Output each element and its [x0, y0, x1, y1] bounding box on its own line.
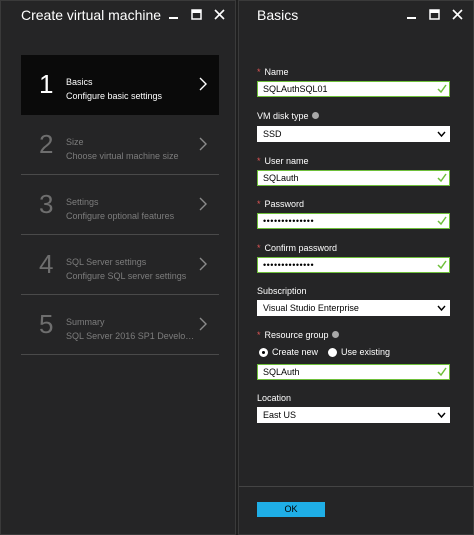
name-input[interactable]: SQLAuthSQL01	[257, 81, 450, 97]
checkmark-icon	[437, 173, 447, 183]
location-label: Location	[257, 393, 292, 403]
step-subtitle: Choose virtual machine size	[66, 151, 179, 161]
step-title: Size	[66, 137, 84, 147]
step-title: Settings	[66, 197, 99, 207]
blade-title: Create virtual machine	[21, 7, 162, 23]
user-name-input[interactable]: SQLauth	[257, 170, 450, 186]
required-asterisk: *	[257, 156, 261, 166]
maximize-button[interactable]	[423, 6, 446, 22]
resource-group-label: * Resource group	[257, 330, 339, 340]
close-icon	[452, 8, 463, 20]
step-title: SQL Server settings	[66, 257, 147, 267]
step-subtitle: Configure basic settings	[66, 91, 163, 101]
name-value: SQLAuthSQL01	[263, 84, 328, 94]
confirm-password-value: ••••••••••••••	[263, 260, 315, 270]
checkmark-icon	[437, 84, 447, 94]
chevron-right-icon	[199, 137, 207, 151]
required-asterisk: *	[257, 330, 261, 340]
dropdown-caret-icon	[437, 131, 446, 138]
create-vm-blade: Create virtual machine 1 Basics Configur…	[0, 0, 236, 535]
chevron-right-icon	[199, 197, 207, 211]
window-controls	[162, 6, 231, 22]
name-label: * Name	[257, 67, 289, 77]
confirm-password-input[interactable]: ••••••••••••••	[257, 257, 450, 273]
location-value: East US	[263, 410, 297, 420]
step-number: 4	[39, 249, 54, 279]
step-number: 2	[39, 129, 54, 159]
required-asterisk: *	[257, 243, 261, 253]
blade-header: Create virtual machine	[1, 1, 235, 29]
checkmark-icon	[437, 367, 447, 377]
create-new-label[interactable]: Create new	[272, 347, 318, 357]
use-existing-label[interactable]: Use existing	[341, 347, 390, 357]
maximize-icon	[429, 8, 440, 20]
step-sql-server-settings[interactable]: 4 SQL Server settings Configure SQL serv…	[21, 235, 219, 295]
minimize-icon	[169, 16, 178, 19]
step-subtitle: Configure SQL server settings	[66, 271, 187, 281]
close-button[interactable]	[446, 6, 469, 22]
step-basics[interactable]: 1 Basics Configure basic settings	[21, 55, 219, 115]
checkmark-icon	[437, 260, 447, 270]
vm-disk-type-value: SSD	[263, 129, 282, 139]
step-number: 1	[39, 69, 54, 99]
step-title: Basics	[66, 77, 93, 87]
window-controls	[400, 6, 469, 22]
required-asterisk: *	[257, 67, 261, 77]
password-value: ••••••••••••••	[263, 216, 315, 226]
maximize-icon	[191, 8, 202, 20]
subscription-label: Subscription	[257, 286, 307, 296]
vm-disk-type-select[interactable]: SSD	[257, 126, 450, 142]
ok-button[interactable]: OK	[257, 502, 325, 517]
close-button[interactable]	[208, 6, 231, 22]
resource-group-value: SQLAuth	[263, 367, 300, 377]
resource-group-options: Create new Use existing	[259, 347, 390, 357]
use-existing-radio[interactable]	[328, 347, 338, 357]
footer-divider	[239, 486, 473, 487]
step-title: Summary	[66, 317, 105, 327]
minimize-icon	[407, 16, 416, 19]
step-summary[interactable]: 5 Summary SQL Server 2016 SP1 Develope..…	[21, 295, 219, 355]
user-name-label: * User name	[257, 156, 309, 166]
step-settings[interactable]: 3 Settings Configure optional features	[21, 175, 219, 235]
resource-group-input[interactable]: SQLAuth	[257, 364, 450, 380]
close-icon	[214, 8, 225, 20]
location-select[interactable]: East US	[257, 407, 450, 423]
password-input[interactable]: ••••••••••••••	[257, 213, 450, 229]
confirm-password-label: * Confirm password	[257, 243, 338, 253]
info-icon[interactable]	[311, 112, 319, 119]
create-new-radio[interactable]	[259, 347, 268, 357]
step-size[interactable]: 2 Size Choose virtual machine size	[21, 115, 219, 175]
step-subtitle: Configure optional features	[66, 211, 175, 221]
blade-title: Basics	[257, 7, 299, 23]
chevron-right-icon	[199, 257, 207, 271]
vm-disk-type-label: VM disk type	[257, 111, 319, 121]
blade-header: Basics	[239, 1, 473, 29]
step-number: 5	[39, 309, 54, 339]
subscription-value: Visual Studio Enterprise	[263, 303, 359, 313]
info-icon[interactable]	[331, 331, 339, 338]
maximize-button[interactable]	[185, 6, 208, 22]
chevron-right-icon	[199, 317, 207, 331]
password-label: * Password	[257, 199, 305, 209]
step-subtitle: SQL Server 2016 SP1 Develope...	[66, 331, 196, 341]
user-name-value: SQLauth	[263, 173, 299, 183]
step-number: 3	[39, 189, 54, 219]
checkmark-icon	[437, 216, 447, 226]
basics-blade: Basics * Name SQLAuthSQL01 VM disk type S…	[238, 0, 474, 535]
subscription-select[interactable]: Visual Studio Enterprise	[257, 300, 450, 316]
required-asterisk: *	[257, 199, 261, 209]
minimize-button[interactable]	[400, 6, 423, 22]
dropdown-caret-icon	[437, 412, 446, 419]
chevron-right-icon	[199, 77, 207, 91]
minimize-button[interactable]	[162, 6, 185, 22]
dropdown-caret-icon	[437, 305, 446, 312]
